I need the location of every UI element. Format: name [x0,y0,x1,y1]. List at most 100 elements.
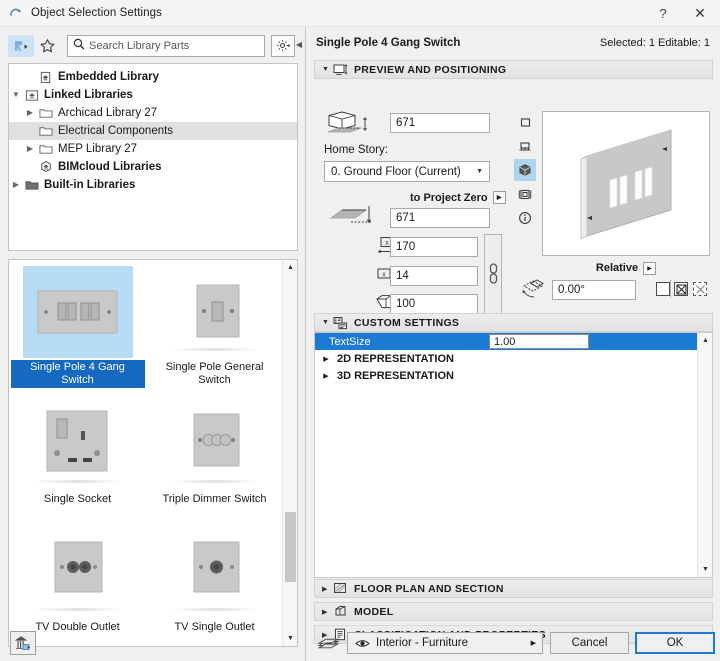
thumbnail-item[interactable]: TV Double Outlet [9,516,146,644]
tree-item-built-in-libraries[interactable]: ▶ Built-in Libraries [9,176,297,194]
info-icon[interactable] [514,207,536,229]
param-group-3d-representation[interactable]: ▶ 3D REPRESENTATION [315,367,712,384]
tree-item-electrical-components[interactable]: Electrical Components [9,122,297,140]
scroll-down-icon[interactable]: ▼ [283,631,297,646]
twisty-closed-icon[interactable]: ▶ [23,109,37,117]
z-size-field[interactable]: 100 [390,294,478,314]
marked-distances-icon[interactable] [674,282,688,296]
library-tree[interactable]: Embedded Library ▼ Linked Libraries ▶ Ar… [8,63,298,251]
twisty-open-icon[interactable]: ▼ [9,91,23,99]
tree-item-label: BIMcloud Libraries [58,161,162,173]
y-size-field[interactable]: 14 [390,266,478,286]
elevation-to-project-zero-field[interactable]: 671 [390,208,490,228]
gear-icon[interactable] [271,34,295,57]
popup-arrow-icon[interactable]: ▶ [643,261,657,275]
elevation-to-home-story-field[interactable]: 671 [390,113,490,133]
object-name: Single Pole 4 Gang Switch [316,37,461,49]
close-button[interactable]: ✕ [680,0,720,27]
section-custom-settings[interactable]: ▼ CUSTOM SETTINGS [314,313,713,332]
scroll-up-icon[interactable]: ▲ [698,333,713,348]
cancel-button[interactable]: Cancel [550,632,629,654]
popup-arrow-icon[interactable]: ▶ [492,191,506,204]
section-floor-plan-and-section[interactable]: ▶ FLOOR PLAN AND SECTION [314,579,713,598]
custom-settings-scrollbar[interactable]: ▲ ▼ [697,333,712,577]
ok-button[interactable]: OK [635,632,715,654]
tree-item-linked-libraries[interactable]: ▼ Linked Libraries [9,86,297,104]
tree-item-mep-library-27[interactable]: ▶ MEP Library 27 [9,140,297,158]
star-icon[interactable] [34,35,60,57]
twisty-closed-icon[interactable]: ▶ [23,145,37,153]
param-row-textsize[interactable]: TextSize 1.00 [315,333,712,350]
section-model[interactable]: ▶ MODEL [314,602,713,621]
thumbnail-label: Triple Dimmer Switch [162,493,267,505]
scroll-down-icon[interactable]: ▼ [698,562,713,577]
scrollbar-thumb[interactable] [285,512,296,582]
thumbnail-label: Single Pole General Switch [165,361,264,386]
thumbnail-preview [160,394,270,490]
3d-view-icon[interactable] [514,159,536,181]
search-input[interactable] [89,39,254,52]
library-thumbnail-grid[interactable]: Single Pole 4 Gang Switch Single Pole Ge… [8,259,298,647]
twisty-closed-icon[interactable]: ▶ [322,585,333,593]
twisty-closed-icon[interactable]: ▶ [315,355,337,363]
library-toolbar: ◀ [0,29,306,62]
preview-mode-toolbar[interactable] [514,111,536,231]
param-group-2d-representation[interactable]: ▶ 2D REPRESENTATION [315,350,712,367]
thumbnail-preview [160,266,270,358]
rotation-mode-control[interactable]: Relative ▶ [542,260,710,276]
scroll-up-icon[interactable]: ▲ [283,260,297,275]
tree-item-embedded-library[interactable]: Embedded Library [9,68,297,86]
window-title: Object Selection Settings [31,7,162,19]
x-size-field[interactable]: 170 [390,237,478,257]
thumbnail-item[interactable]: Single Socket [9,388,146,516]
tree-item-bimcloud-libraries[interactable]: BIMcloud Libraries [9,158,297,176]
section-view-icon[interactable] [514,183,536,205]
twisty-open-icon[interactable]: ▼ [322,319,333,326]
tree-item-label: Electrical Components [58,125,174,137]
twisty-open-icon[interactable]: ▼ [322,66,333,73]
eye-icon[interactable] [355,638,370,649]
thumbnail-shadow [33,608,122,611]
param-value-field[interactable]: 1.00 [489,334,589,349]
chain-link-icon[interactable] [484,234,502,314]
thumbnail-item[interactable]: Single Pole 4 Gang Switch [9,260,146,388]
elevation-view-icon[interactable] [514,135,536,157]
to-project-zero-control[interactable]: to Project Zero ▶ [410,191,506,204]
search-box[interactable] [67,34,265,57]
hotspot-set-icon[interactable] [693,282,707,296]
mirror-checkbox[interactable] [656,282,670,296]
folder-icon [37,107,54,119]
custom-settings-body[interactable]: TextSize 1.00 ▶ 2D REPRESENTATION ▶ 3D R… [314,332,713,578]
section-label: FLOOR PLAN AND SECTION [354,582,504,595]
twisty-closed-icon[interactable]: ▶ [9,181,23,189]
home-story-label: Home Story: [324,144,388,156]
section-preview-and-positioning[interactable]: ▼ PREVIEW AND POSITIONING [314,60,713,79]
thumbnail-label: Single Pole 4 Gang Switch [10,360,145,388]
settings-pane: Single Pole 4 Gang Switch Selected: 1 Ed… [307,27,720,661]
to-project-zero-label: to Project Zero [410,191,488,204]
home-story-select[interactable]: 0. Ground Floor (Current) ▼ [324,161,490,182]
library-manager-icon[interactable] [10,631,36,655]
folder-dark-icon [23,179,40,191]
layer-select[interactable]: Interior - Furniture ▶ [347,632,543,654]
thumbnail-item[interactable]: Triple Dimmer Switch [146,388,283,516]
tree-item-archicad-library-27[interactable]: ▶ Archicad Library 27 [9,104,297,122]
object-selection-settings-window: Object Selection Settings ? ✕ Search Lib… [0,0,720,661]
collapse-left-icon[interactable]: ◀ [296,40,302,49]
twisty-closed-icon[interactable]: ▶ [322,608,333,616]
popup-arrow-icon[interactable]: ▶ [531,639,536,647]
library-part-icon[interactable] [8,34,34,57]
thumbnail-scrollbar[interactable]: ▲ ▼ [282,260,297,646]
twisty-closed-icon[interactable]: ▶ [315,372,337,380]
rotation-angle-field[interactable]: 0.00° [552,280,636,300]
object-3d-preview[interactable] [542,111,710,256]
help-button[interactable]: ? [646,0,680,27]
thumbnail-item[interactable]: Single Pole General Switch [146,260,283,388]
thumbnail-item[interactable]: TV Single Outlet [146,516,283,644]
2d-symbol-icon[interactable] [514,111,536,133]
tree-item-label: Linked Libraries [44,89,133,101]
bimcloud-icon [37,160,54,174]
divider [670,280,671,298]
layers-icon[interactable] [317,636,341,654]
preview-positioning-icon [333,63,352,77]
